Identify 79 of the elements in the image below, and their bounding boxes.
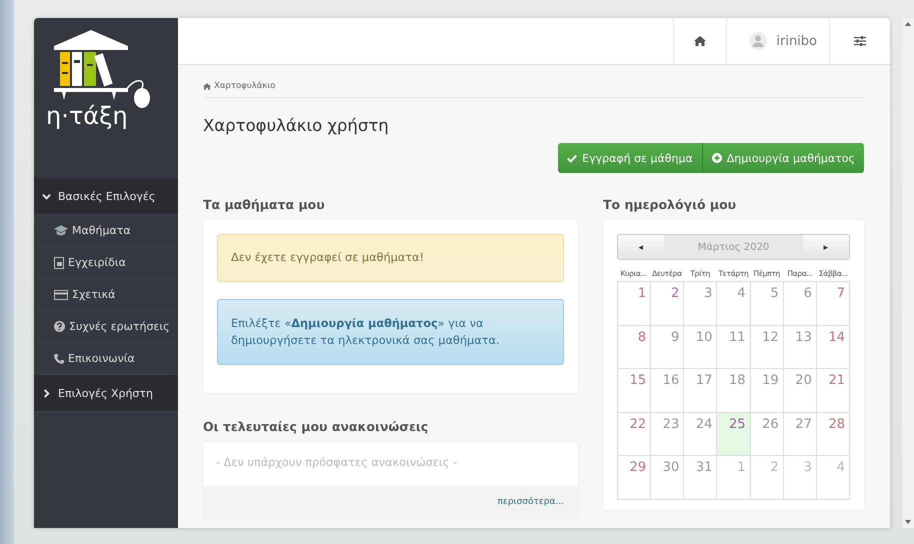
- sidebar-item[interactable]: Εγχειρίδια: [38, 247, 174, 279]
- calendar-day[interactable]: 3: [784, 456, 817, 500]
- calendar-day[interactable]: 15: [618, 369, 652, 412]
- phone-icon: [54, 354, 64, 364]
- sidebar-item-label: Μαθήματα: [72, 224, 131, 237]
- action-button[interactable]: Εγγραφή σε μάθημα: [558, 143, 703, 173]
- previous-month-button[interactable]: ◂: [618, 235, 664, 259]
- calendar-day[interactable]: 13: [784, 326, 817, 369]
- action-button[interactable]: Δημιουργία μαθήματος: [702, 143, 864, 173]
- calendar-day[interactable]: 1: [717, 456, 751, 500]
- calendar-day[interactable]: 12: [750, 326, 784, 369]
- calendar-day[interactable]: 19: [750, 369, 784, 412]
- calendar-day[interactable]: 10: [684, 326, 718, 369]
- calendar-day[interactable]: 31: [684, 456, 718, 500]
- calendar-day[interactable]: 21: [816, 369, 850, 412]
- document-icon: [54, 256, 64, 268]
- scroll-down-icon[interactable]: [905, 520, 911, 524]
- settings-sliders-icon: [854, 36, 866, 46]
- empty-message: - Δεν υπάρχουν πρόσφατες ανακοινώσεις -: [215, 454, 458, 470]
- calendar-day[interactable]: 2: [651, 282, 684, 326]
- section-heading: Οι τελευταίες μου ανακοινώσεις: [203, 418, 430, 434]
- page-title: Χαρτοφυλάκιο χρήστη: [203, 116, 390, 135]
- calendar-day[interactable]: 25: [717, 412, 751, 456]
- logo-text: η·τάξη: [46, 102, 128, 130]
- calendar-day[interactable]: 14: [816, 326, 850, 369]
- calendar-day[interactable]: 9: [651, 326, 684, 369]
- plus-circle-icon: [712, 153, 722, 163]
- calendar-day[interactable]: 16: [651, 369, 684, 412]
- sidebar-item-label: Εγχειρίδια: [68, 256, 126, 269]
- calendar-day[interactable]: 6: [784, 282, 817, 326]
- graduation-cap-icon: [54, 225, 68, 236]
- sidebar-item[interactable]: Σχετικά: [38, 279, 174, 311]
- sidebar-item-label: Συχνές ερωτήσεις: [69, 320, 170, 333]
- menu-group-label: Επιλογές Χρήστη: [58, 386, 153, 400]
- calendar-day[interactable]: 22: [618, 412, 652, 456]
- calendar-day[interactable]: 27: [784, 412, 817, 456]
- calendar-day[interactable]: 1: [618, 282, 652, 326]
- month-title: Μάρτιος 2020: [664, 235, 803, 259]
- sidebar-item[interactable]: Μαθήματα: [38, 215, 174, 247]
- calendar-day[interactable]: 17: [684, 369, 718, 412]
- scroll-up-icon[interactable]: [905, 22, 911, 26]
- more-link[interactable]: περισσότερα...: [498, 497, 564, 507]
- menu-group-header[interactable]: Επιλογές Χρήστη: [34, 375, 178, 412]
- chevron-down-icon: [42, 192, 51, 200]
- checkmark-icon: [567, 154, 578, 162]
- menu-group-label: Βασικές Επιλογές: [58, 190, 156, 202]
- sidebar-item-label: Επικοινωνία: [68, 352, 135, 365]
- home-icon: [694, 36, 706, 46]
- calendar-day[interactable]: 30: [651, 456, 684, 500]
- warning-alert: Δεν έχετε εγγραφεί σε μαθήματα!: [217, 234, 564, 282]
- info-alert: Επιλέξτε «Δημιουργία μαθήματος» για να δημιουργήσετε τα ηλεκτρονικά σας μαθήματα.: [217, 298, 564, 364]
- sidebar-item[interactable]: Συχνές ερωτήσεις: [38, 311, 174, 343]
- chevron-right-icon: [42, 388, 51, 398]
- menu-group-header[interactable]: Βασικές Επιλογές: [34, 178, 178, 215]
- calendar-day[interactable]: 26: [750, 412, 784, 456]
- calendar-day[interactable]: 3: [684, 282, 718, 326]
- calendar-day[interactable]: 5: [750, 282, 784, 326]
- question-circle-icon: [54, 321, 65, 332]
- breadcrumb-link[interactable]: Χαρτοφυλάκιο: [214, 81, 276, 91]
- logo[interactable]: η·τάξη: [34, 18, 178, 178]
- calendar-day[interactable]: 20: [784, 369, 817, 412]
- user-avatar-icon: [749, 32, 768, 50]
- calendar-day[interactable]: 4: [717, 282, 751, 326]
- sidebar-item-label: Σχετικά: [72, 288, 116, 301]
- section-heading: Το ημερολόγιό μου: [603, 197, 738, 212]
- section-heading: Τα μαθήματα μου: [203, 197, 326, 212]
- next-month-button[interactable]: ▸: [803, 235, 849, 259]
- home-icon: [203, 82, 211, 90]
- calendar-day[interactable]: 8: [618, 326, 652, 369]
- scrollbar[interactable]: [902, 18, 914, 528]
- credit-card-icon: [54, 290, 68, 300]
- calendar-day[interactable]: 29: [618, 456, 652, 500]
- calendar-day[interactable]: 4: [816, 456, 850, 500]
- calendar-day[interactable]: 11: [717, 326, 751, 369]
- calendar-day[interactable]: 23: [651, 412, 684, 456]
- calendar-day[interactable]: 28: [816, 412, 850, 456]
- calendar-day[interactable]: 7: [816, 282, 850, 326]
- calendar-day[interactable]: 2: [750, 456, 784, 500]
- user-menu[interactable]: irinibo: [726, 18, 829, 64]
